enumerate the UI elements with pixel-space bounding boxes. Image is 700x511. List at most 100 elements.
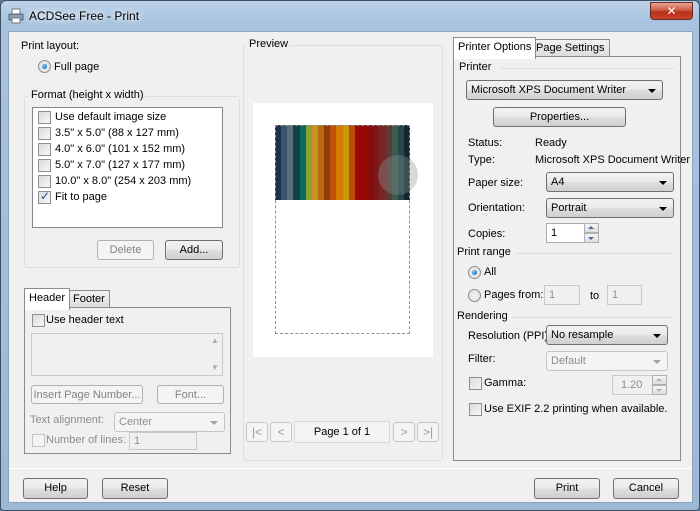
format-item-label: Fit to page: [55, 191, 107, 203]
copies-input[interactable]: 1: [546, 223, 586, 243]
format-list[interactable]: Use default image size 3.5" x 5.0" (88 x…: [32, 107, 223, 228]
properties-button[interactable]: Properties...: [493, 107, 626, 127]
spin-up-icon[interactable]: [584, 223, 599, 233]
printer-select[interactable]: Microsoft XPS Document Writer: [466, 80, 663, 100]
text-alignment-select[interactable]: Center: [114, 412, 225, 432]
text-alignment-label: Text alignment:: [30, 414, 104, 426]
format-item-label: 4.0" x 6.0" (101 x 152 mm): [55, 143, 186, 155]
pages-from-input[interactable]: 1: [544, 285, 580, 305]
chevron-down-icon: [210, 421, 218, 425]
format-checkbox[interactable]: [38, 175, 51, 188]
copies-value: 1: [551, 227, 558, 239]
copies-spinner[interactable]: [584, 223, 599, 243]
gamma-input[interactable]: 1.20: [612, 375, 654, 395]
use-header-text-checkbox[interactable]: [32, 314, 45, 327]
gamma-checkbox[interactable]: [469, 377, 482, 390]
rendering-group-title: Rendering: [457, 310, 508, 322]
format-item-label: 10.0" x 8.0" (254 x 203 mm): [55, 175, 192, 187]
rendering-divider: [512, 317, 674, 318]
page-indicator: Page 1 of 1: [294, 421, 390, 443]
chevron-down-icon: [653, 360, 661, 364]
add-format-button[interactable]: Add...: [165, 240, 223, 260]
format-checkbox[interactable]: [38, 111, 51, 124]
filter-value: Default: [551, 355, 586, 367]
status-label: Status:: [468, 137, 503, 149]
resolution-select[interactable]: No resample: [546, 325, 668, 345]
tab-footer[interactable]: Footer: [68, 290, 110, 308]
spin-up-icon[interactable]: [652, 375, 667, 385]
paper-size-select[interactable]: A4: [546, 172, 674, 192]
printer-options-panel: Printer Microsoft XPS Document Writer Pr…: [453, 56, 690, 461]
format-checkbox[interactable]: [38, 143, 51, 156]
print-area-outline: [275, 125, 410, 334]
print-all-label[interactable]: All: [484, 266, 496, 278]
pages-from-value: 1: [549, 289, 556, 301]
printer-icon: [8, 8, 24, 24]
first-page-button[interactable]: |<: [246, 422, 268, 442]
chevron-down-icon: [659, 181, 667, 185]
header-tab-panel: Use header text ▲ ▼ Insert Page Number..…: [24, 307, 231, 454]
scroll-up-icon[interactable]: ▲: [211, 336, 219, 345]
type-label: Type:: [468, 154, 495, 166]
pages-from-label[interactable]: Pages from:: [484, 289, 543, 301]
help-button[interactable]: Help: [23, 478, 88, 499]
exif-checkbox[interactable]: [469, 403, 482, 416]
print-all-radio[interactable]: [468, 266, 481, 279]
footer-divider: [9, 468, 692, 469]
use-header-text-label[interactable]: Use header text: [46, 314, 124, 326]
header-text-scrollbar[interactable]: ▲ ▼: [208, 334, 222, 375]
print-range-group-title: Print range: [457, 246, 511, 258]
print-layout-label: Print layout:: [21, 40, 80, 52]
gamma-spinner[interactable]: [652, 375, 667, 395]
exif-label[interactable]: Use EXIF 2.2 printing when available.: [484, 403, 667, 415]
printer-group-title: Printer: [459, 61, 492, 73]
printer-value: Microsoft XPS Document Writer: [471, 84, 627, 96]
last-page-button[interactable]: >|: [417, 422, 439, 442]
tab-printer-options[interactable]: Printer Options: [453, 37, 537, 59]
font-button[interactable]: Font...: [157, 385, 224, 404]
to-label: to: [590, 290, 600, 302]
filter-label: Filter:: [468, 353, 496, 365]
format-checkbox-checked[interactable]: [38, 189, 51, 204]
chevron-down-icon: [648, 89, 656, 93]
format-checkbox[interactable]: [38, 127, 51, 140]
cancel-button[interactable]: Cancel: [613, 478, 679, 499]
spin-down-icon[interactable]: [584, 233, 599, 243]
gamma-label[interactable]: Gamma:: [484, 377, 526, 389]
status-value: Ready: [535, 137, 567, 149]
orientation-label: Orientation:: [468, 202, 525, 214]
previous-page-button[interactable]: <: [270, 422, 292, 442]
dialog-client-area: Print layout: Full page Format (height x…: [8, 31, 693, 503]
print-button[interactable]: Print: [534, 478, 600, 499]
number-of-lines-label: Number of lines:: [46, 434, 127, 446]
next-page-button[interactable]: >: [393, 422, 415, 442]
chevron-down-icon: [659, 207, 667, 211]
number-of-lines-value: 1: [134, 435, 141, 447]
spin-down-icon[interactable]: [652, 385, 667, 395]
scroll-down-icon[interactable]: ▼: [211, 363, 219, 372]
preview-title: Preview: [247, 38, 291, 50]
pages-to-value: 1: [612, 289, 619, 301]
tab-page-settings[interactable]: Page Settings: [531, 39, 610, 57]
close-icon: ✕: [666, 4, 677, 18]
filter-select[interactable]: Default: [546, 351, 668, 371]
format-item-label: 3.5" x 5.0" (88 x 127 mm): [55, 127, 179, 139]
number-of-lines-input[interactable]: 1: [129, 432, 197, 450]
header-text-area[interactable]: ▲ ▼: [31, 333, 223, 376]
number-of-lines-checkbox[interactable]: [32, 434, 45, 447]
tab-header[interactable]: Header: [24, 288, 71, 310]
preview-paper: [253, 103, 433, 357]
reset-button[interactable]: Reset: [102, 478, 168, 499]
full-page-radio[interactable]: [38, 60, 51, 73]
close-button[interactable]: ✕: [650, 2, 693, 20]
full-page-label[interactable]: Full page: [54, 61, 99, 73]
delete-format-button[interactable]: Delete: [97, 240, 154, 260]
format-item-label: Use default image size: [55, 111, 167, 123]
pages-from-radio[interactable]: [468, 289, 481, 302]
orientation-value: Portrait: [551, 202, 587, 214]
orientation-select[interactable]: Portrait: [546, 198, 674, 218]
format-checkbox[interactable]: [38, 159, 51, 172]
title-bar[interactable]: ACDSee Free - Print ✕: [1, 1, 699, 31]
pages-to-input[interactable]: 1: [607, 285, 642, 305]
insert-page-number-button[interactable]: Insert Page Number...: [31, 385, 143, 404]
